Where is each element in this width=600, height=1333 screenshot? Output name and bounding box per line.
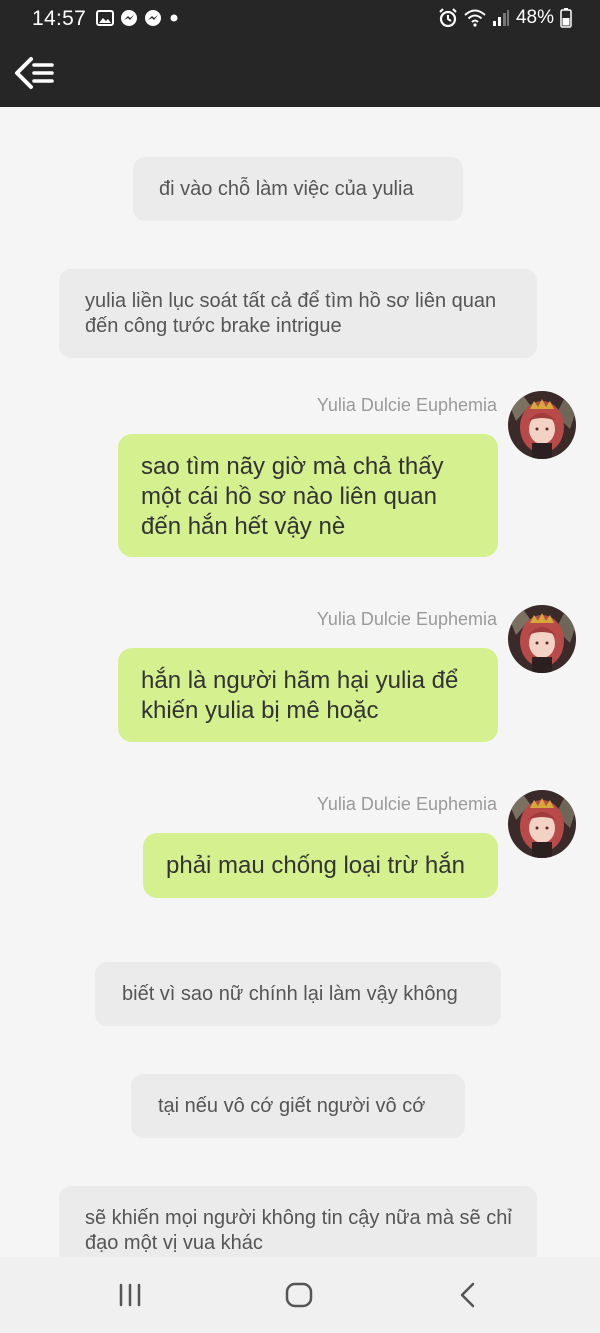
battery-percent: 48% [515,7,554,28]
avatar[interactable] [508,391,576,459]
sender-name: Yulia Dulcie Euphemia [316,609,497,629]
system-message: yulia liền lục soát tất cả để tìm hồ sơ … [59,269,537,358]
system-message: tại nếu vô cớ giết người vô cớ [131,1074,465,1138]
chat-area[interactable]: đi vào chỗ làm việc của yulia yulia liền… [0,107,600,1257]
signal-icon [492,10,509,26]
back-list-icon[interactable] [14,55,56,91]
home-icon[interactable] [259,1257,339,1333]
sender-name: Yulia Dulcie Euphemia [316,794,497,814]
messenger-icon [121,10,137,26]
sender-name: Yulia Dulcie Euphemia [316,395,497,415]
user-message: phải mau chống loại trừ hắn [143,833,498,898]
user-message: sao tìm nãy giờ mà chả thấy một cái hồ s… [118,434,498,557]
avatar[interactable] [508,790,576,858]
dot-icon [170,14,178,22]
system-message: đi vào chỗ làm việc của yulia [133,157,463,221]
wifi-icon [464,9,486,27]
system-message: biết vì sao nữ chính lại làm vậy không [95,962,501,1026]
navigation-bar [0,1257,600,1333]
image-icon [96,10,114,26]
messenger-icon [145,10,161,26]
alarm-icon [439,8,457,28]
status-bar: 14:57 48% [0,0,600,40]
avatar[interactable] [508,605,576,673]
user-message: hắn là người hãm hại yulia để khiến yuli… [118,648,498,742]
system-message: sẽ khiến mọi người không tin cậy nữa mà … [59,1186,537,1257]
top-toolbar [0,40,600,107]
back-icon[interactable] [427,1257,507,1333]
status-time: 14:57 [32,7,87,30]
recent-apps-icon[interactable] [90,1257,170,1333]
battery-icon [560,8,572,28]
